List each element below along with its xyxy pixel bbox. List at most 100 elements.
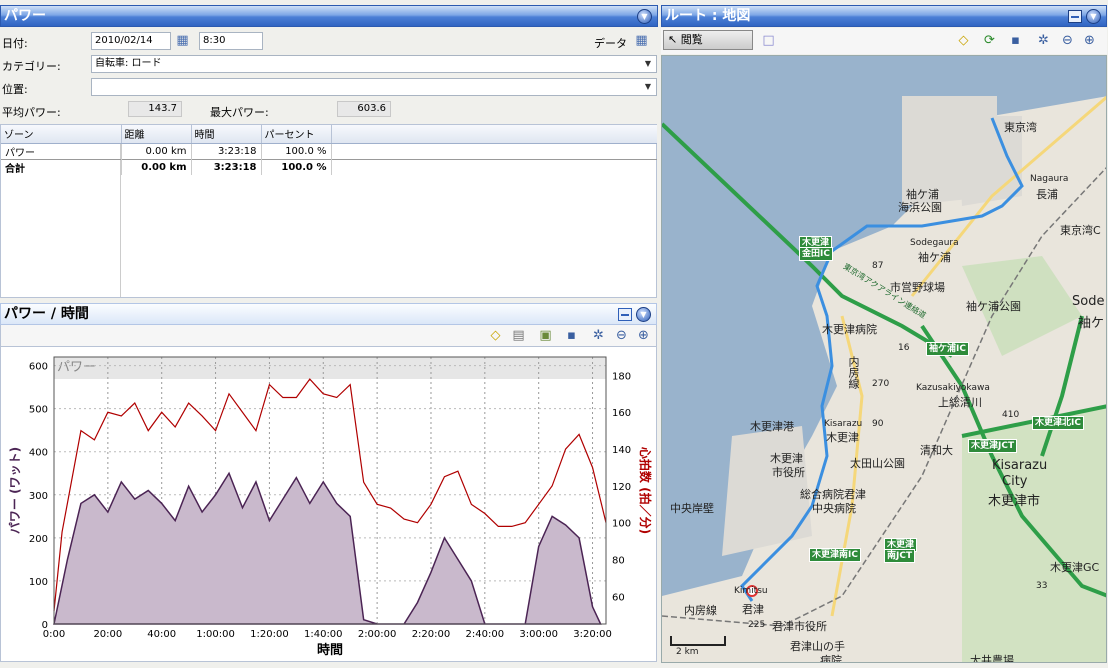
route-panel-title: ルート : 地図	[665, 8, 751, 24]
percent-cell: 100.0 %	[261, 143, 332, 159]
chevron-down-icon[interactable]: ▼	[640, 56, 656, 72]
layout-icon[interactable]	[1068, 10, 1082, 23]
map-label: 袖ケ浦公園	[966, 300, 1021, 313]
total-percent-cell: 100.0 %	[261, 159, 332, 175]
x-tick-label: 20:00	[93, 629, 122, 640]
category-select[interactable]: 自転車: ロード ▼	[91, 55, 657, 73]
zoom-in-icon[interactable]: ⊕	[635, 327, 652, 344]
ic-badge: 木更津JCT	[968, 439, 1018, 453]
gear-icon[interactable]: ✲	[590, 327, 607, 344]
map-label: City	[1002, 474, 1028, 489]
collapse-icon[interactable]: ▼	[636, 307, 651, 322]
date-label: 日付:	[2, 37, 28, 50]
route-shield: 410	[1002, 410, 1020, 420]
route-panel-header: ルート : 地図 ▼	[661, 5, 1107, 27]
column-header-filler	[331, 125, 657, 144]
power-time-chart[interactable]: パワー 0:00 20:00 40:00 1:00:00 1:20:00 1:40:00 2:…	[0, 346, 657, 662]
plot-band	[54, 357, 606, 379]
diamond-icon[interactable]: ◇	[955, 32, 972, 49]
left-pane: パワー ▼	[0, 5, 658, 27]
save-icon[interactable]: ▪	[563, 327, 580, 344]
x-tick-label: 3:20:00	[573, 629, 612, 640]
map-label: 木更津	[826, 431, 859, 444]
chart-toolbar: ◇ ▤ ▣ ▪ ✲ ⊖ ⊕	[0, 325, 657, 346]
route-shield: 33	[1036, 581, 1048, 591]
map-label: 内房線	[684, 604, 717, 617]
calendar-icon[interactable]: ▦	[174, 32, 191, 49]
ic-badge: 金田IC	[799, 247, 833, 261]
table-total-row[interactable]: 合計 0.00 km 3:23:18 100.0 %	[1, 159, 657, 175]
map-label: Kisarazu	[824, 419, 863, 429]
zoom-out-icon[interactable]: ⊖	[613, 327, 630, 344]
collapse-icon[interactable]: ▼	[1086, 9, 1101, 24]
map-label: 上総清川	[938, 396, 982, 409]
map-label: 海浜公園	[898, 201, 942, 214]
column-header[interactable]: ゾーン	[1, 125, 122, 144]
browse-button[interactable]: ↖ 閲覧	[663, 30, 753, 50]
map-label: Sodegaura	[910, 238, 959, 248]
x-tick-label: 1:20:00	[250, 629, 289, 640]
map-label: 木更津港	[750, 420, 794, 433]
browse-label: 閲覧	[680, 33, 703, 46]
map-label: 東京湾	[1004, 121, 1037, 134]
diamond-icon[interactable]: ◇	[487, 327, 504, 344]
chart-watermark: パワー	[57, 360, 96, 375]
y-right-tick-label: 60	[612, 592, 625, 603]
x-tick-label: 2:00:00	[358, 629, 397, 640]
location-label: 位置:	[2, 83, 28, 96]
y-right-tick-label: 180	[612, 371, 631, 382]
map-label: 病院	[820, 654, 842, 663]
ic-badge: 木更津南IC	[809, 548, 861, 562]
y-left-tick-label: 200	[29, 534, 48, 545]
gear-icon[interactable]: ✲	[1035, 32, 1052, 49]
route-shield: 90	[872, 419, 884, 429]
map-label: 大井農場	[970, 654, 1014, 663]
map-label: Kimitsu	[734, 586, 768, 596]
y-left-tick-label: 100	[29, 577, 48, 588]
map-label: 太田山公園	[850, 457, 905, 470]
column-header[interactable]: 距離	[121, 125, 192, 144]
time-field[interactable]: 8:30	[199, 32, 263, 50]
refresh-icon[interactable]: ⟳	[981, 32, 998, 49]
column-header[interactable]: パーセント	[261, 125, 332, 144]
route-shield: 87	[872, 261, 884, 271]
layout-icon[interactable]	[618, 308, 632, 321]
time-cell: 3:23:18	[191, 143, 262, 159]
zoom-out-icon[interactable]: ⊖	[1059, 32, 1076, 49]
location-select[interactable]: ▼	[91, 78, 657, 96]
zones-table-container: ゾーン 距離 時間 パーセント パワー 0.00 km 3:23:18 100.…	[0, 124, 657, 298]
map-label: Nagaura	[1030, 174, 1069, 184]
save-icon[interactable]: ▪	[1007, 32, 1024, 49]
y-right-tick-label: 80	[612, 556, 625, 567]
route-shield: 16	[898, 343, 910, 353]
total-time-cell: 3:23:18	[191, 159, 262, 175]
date-field[interactable]: 2010/02/14	[91, 32, 171, 50]
route-shield: 270	[872, 379, 890, 389]
grid-icon[interactable]: ▤	[510, 327, 527, 344]
map-label: 木更津市	[988, 494, 1041, 509]
chart-icon[interactable]: ▣	[537, 327, 554, 344]
table-row[interactable]: パワー 0.00 km 3:23:18 100.0 %	[1, 143, 657, 159]
power-panel-header: パワー ▼	[0, 5, 658, 27]
x-tick-label: 1:00:00	[196, 629, 235, 640]
map-label: 君津市役所	[772, 620, 827, 633]
chart-panel-header: パワー / 時間 ▼	[0, 303, 657, 325]
power-panel-title: パワー	[4, 8, 46, 24]
zones-table: ゾーン 距離 時間 パーセント パワー 0.00 km 3:23:18 100.…	[1, 125, 657, 175]
route-map[interactable]: 東京湾 Nagaura 長浦 袖ケ浦 海浜公園 東京湾C 木更津 金田IC So…	[661, 55, 1107, 663]
reclaimed-land	[722, 426, 812, 556]
power-series-area	[53, 471, 602, 625]
square-icon[interactable]: □	[760, 32, 777, 49]
map-label: 東京湾C	[1060, 224, 1101, 237]
map-label: 木更津病院	[822, 323, 877, 336]
chevron-down-icon[interactable]: ▼	[640, 79, 656, 95]
ic-badge: 木更津北IC	[1032, 416, 1084, 430]
right-pane: ルート : 地図 ▼	[661, 5, 1107, 27]
max-power-value: 603.6	[337, 101, 391, 117]
column-header[interactable]: 時間	[191, 125, 262, 144]
data-menu-icon[interactable]: ▦	[633, 32, 650, 49]
zoom-in-icon[interactable]: ⊕	[1081, 32, 1098, 49]
map-label: 内房線	[847, 356, 860, 389]
collapse-icon[interactable]: ▼	[637, 9, 652, 24]
x-axis-title: 時間	[317, 642, 343, 658]
